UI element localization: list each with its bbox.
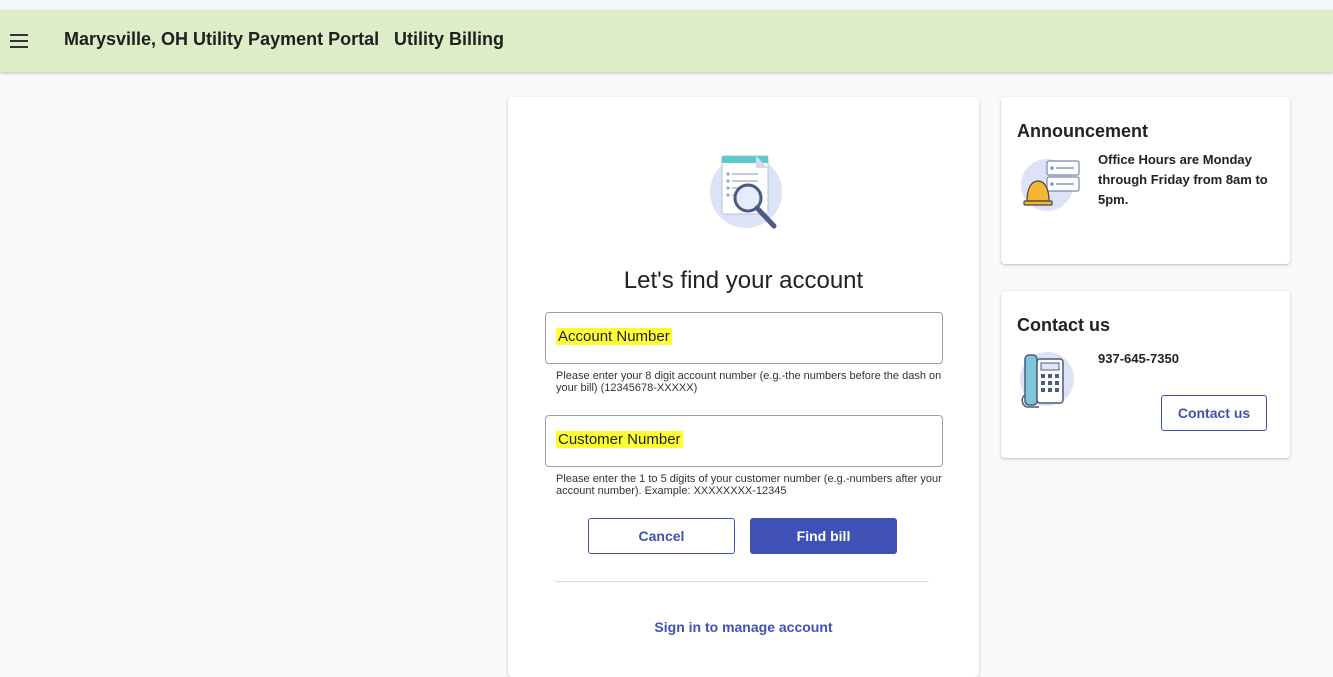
menu-icon[interactable]	[10, 34, 28, 48]
app-title: Marysville, OH Utility Payment Portal	[64, 29, 380, 49]
contact-phone: 937-645-7350	[1098, 351, 1179, 366]
contact-title: Contact us	[1017, 315, 1111, 335]
announcement-text: Office Hours are Monday through Friday f…	[1098, 152, 1268, 207]
cancel-button[interactable]: Cancel	[588, 518, 735, 554]
bell-announcement-icon	[1021, 159, 1080, 211]
app-bar: Marysville, OH Utility Payment Portal Ut…	[0, 10, 1333, 72]
account-number-label: Account Number	[556, 328, 672, 345]
page-title: Let's find your account	[623, 267, 864, 294]
find-account-card: Let's find your account Account Number P…	[508, 97, 979, 677]
top-strip	[0, 0, 1333, 10]
app-subtitle: Utility Billing	[394, 29, 504, 49]
customer-number-hint: Please enter the 1 to 5 digits of your c…	[556, 473, 942, 497]
telephone-icon	[1020, 352, 1074, 408]
announcement-card: Announcement Office Hours are Monday thr…	[1001, 97, 1290, 264]
document-search-icon	[710, 155, 782, 229]
announcement-title: Announcement	[1017, 121, 1149, 141]
account-number-hint: Please enter your 8 digit account number…	[556, 370, 942, 394]
account-number-field[interactable]: Account Number	[545, 312, 946, 365]
find-bill-button[interactable]: Find bill	[750, 518, 897, 554]
contact-card: Contact us 937-645-7350 Contact us	[1001, 291, 1290, 458]
contact-us-button[interactable]: Contact us	[1161, 395, 1267, 431]
customer-number-field[interactable]: Customer Number	[545, 415, 946, 468]
sign-in-link[interactable]: Sign in to manage account	[508, 619, 979, 635]
customer-number-label: Customer Number	[556, 431, 683, 448]
divider	[555, 581, 929, 582]
